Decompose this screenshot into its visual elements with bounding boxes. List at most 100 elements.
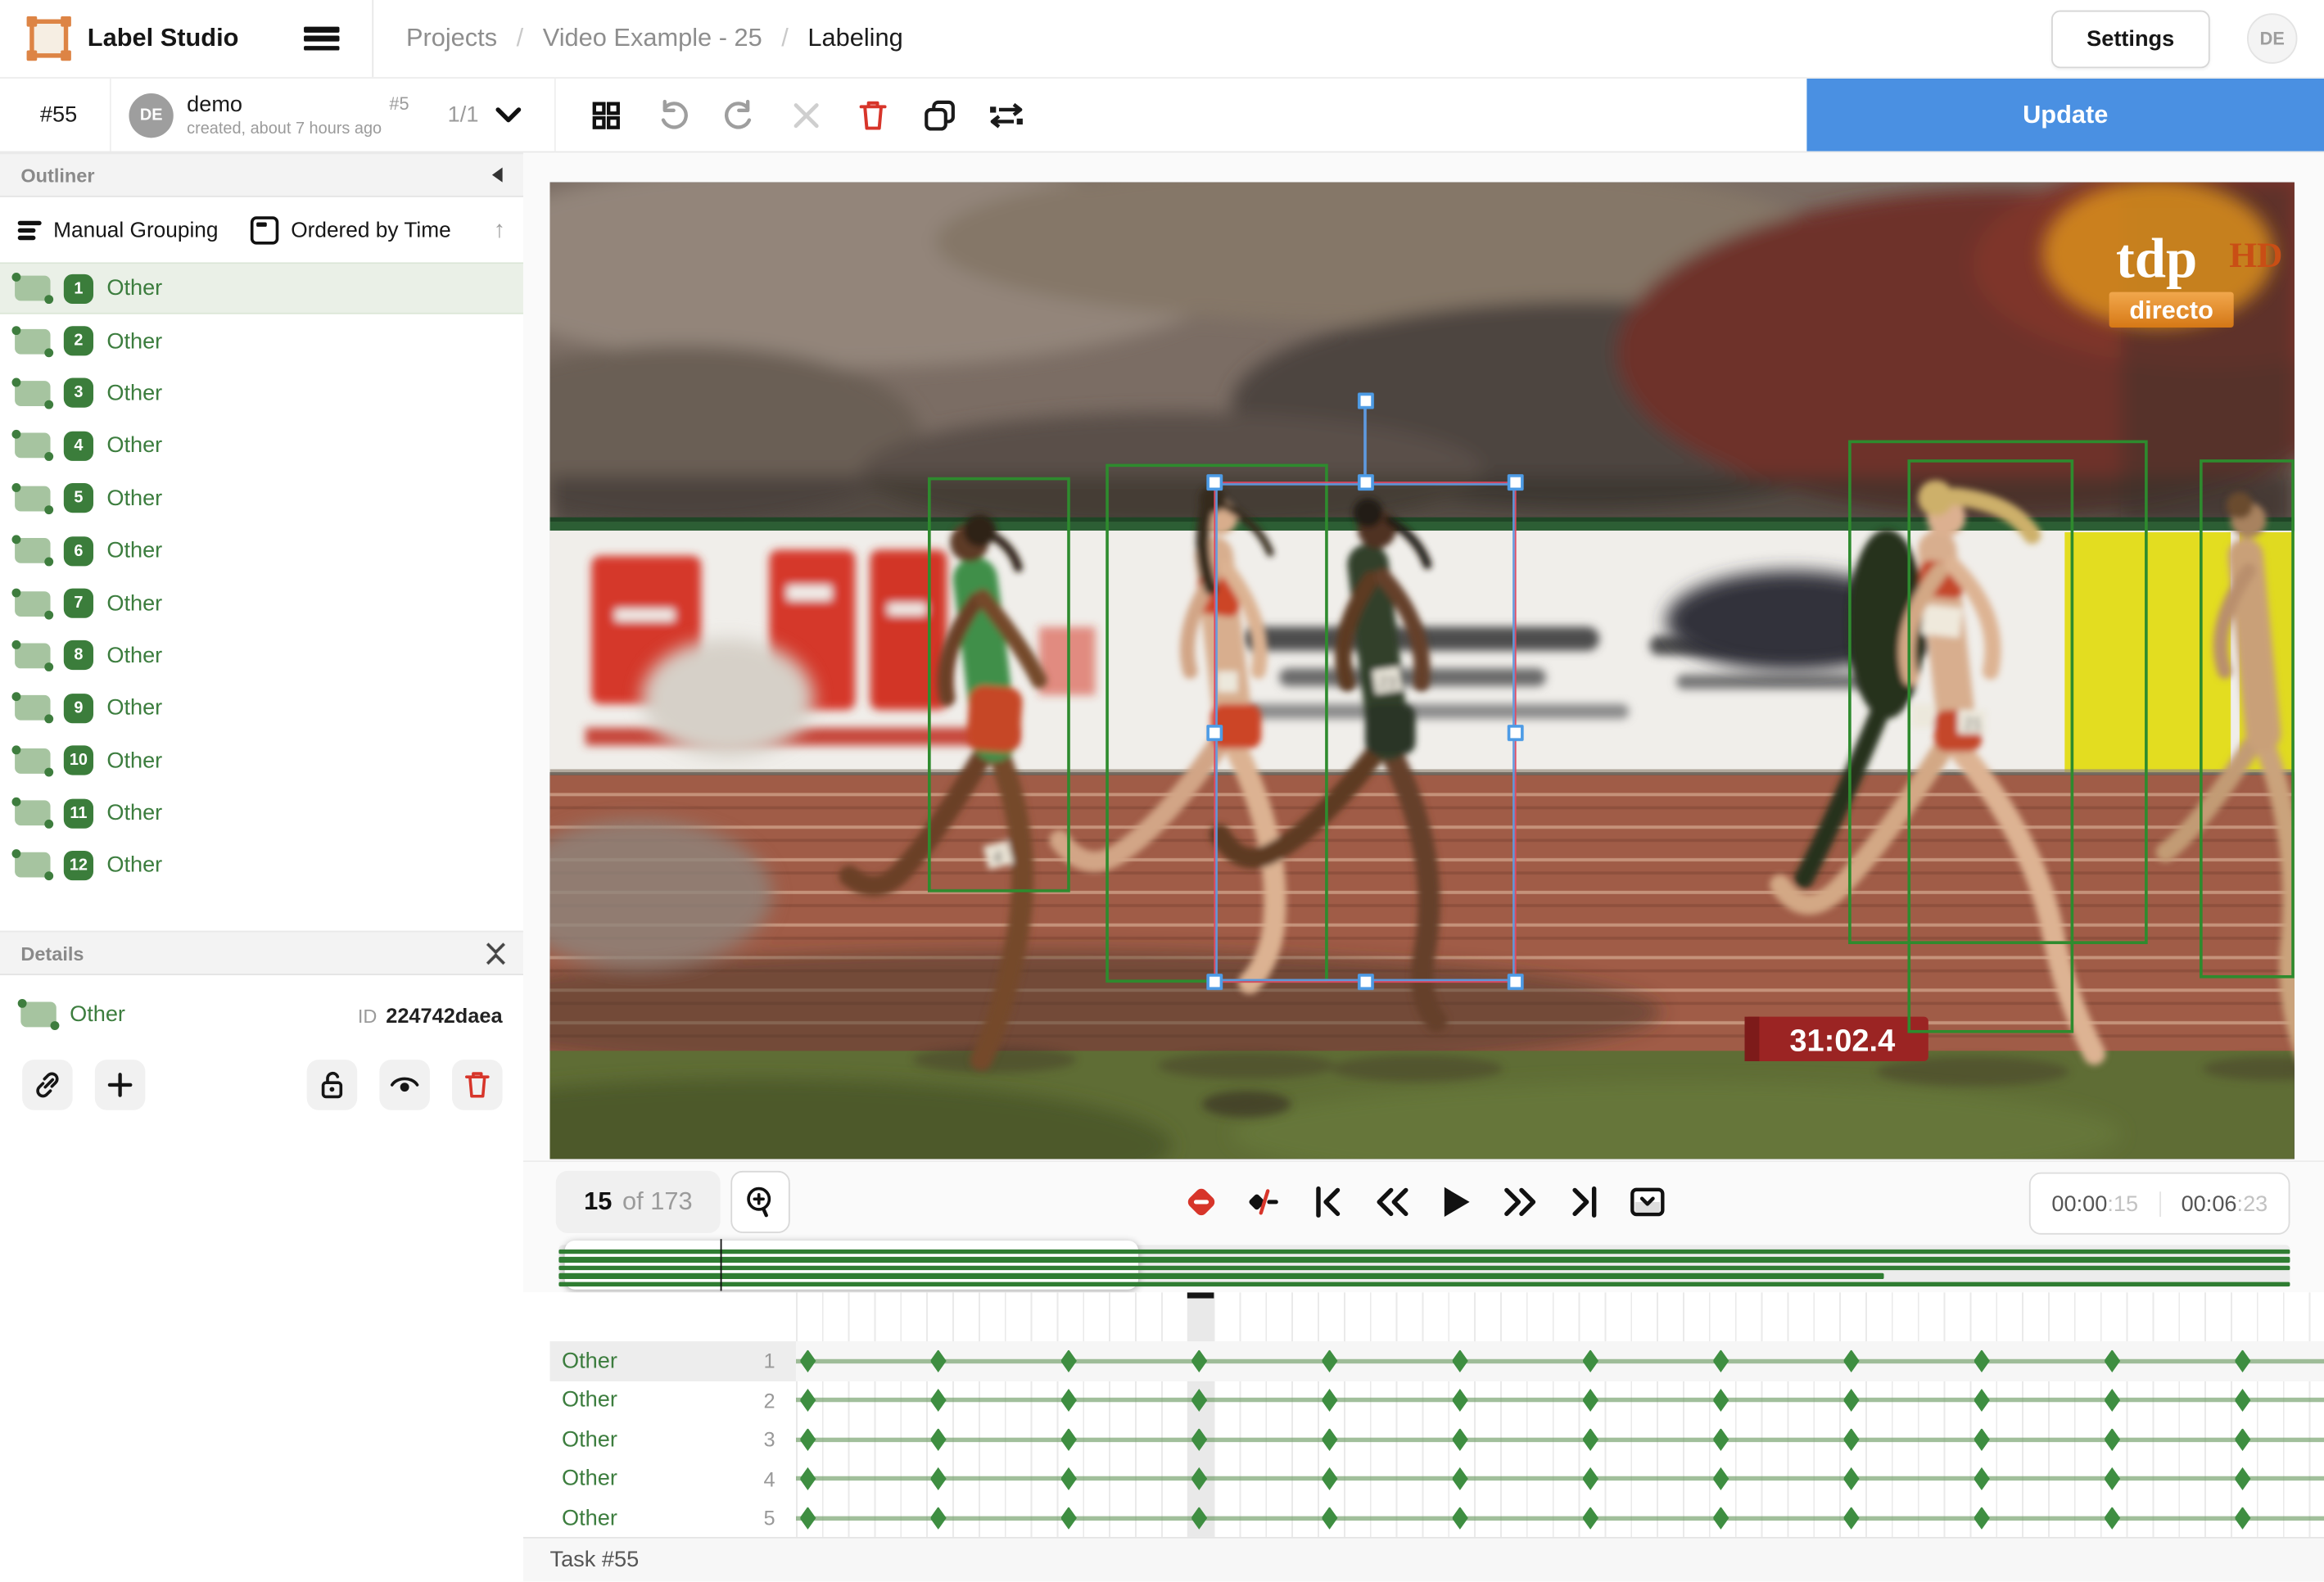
outliner-region-item[interactable]: 2 Other [0,314,523,367]
delete-annotation-button[interactable] [855,97,890,133]
keyframe-diamond[interactable] [1451,1427,1468,1451]
outliner-region-item[interactable]: 9 Other [0,682,523,734]
keyframe-diamond[interactable] [2234,1349,2251,1373]
hide-region-button[interactable] [379,1060,430,1110]
keyframe-diamond[interactable] [1974,1349,1990,1373]
keyframe-diamond[interactable] [1582,1388,1599,1412]
ordered-by-time-dropdown[interactable]: Ordered by Time [291,219,450,242]
keyframe-diamond[interactable] [1451,1388,1468,1412]
keyframe-diamond[interactable] [1974,1467,1990,1490]
keyframe-diamond[interactable] [1060,1388,1077,1412]
keyframe-diamond[interactable] [1582,1506,1599,1530]
outliner-region-item[interactable]: 1 Other [0,262,523,315]
timeline-row-label[interactable]: Other 1 [549,1341,796,1381]
keyframe-diamond[interactable] [2104,1506,2121,1530]
keyframe-diamond[interactable] [799,1467,816,1490]
timeline-row-label[interactable]: Other 4 [550,1459,796,1498]
keyframe-diamond[interactable] [1451,1349,1468,1373]
keyframe-diamond[interactable] [1974,1388,1990,1412]
timeline-row-label[interactable]: Other 2 [550,1381,796,1420]
keyframe-diamond[interactable] [1712,1349,1729,1373]
keyframe-diamond[interactable] [1060,1349,1077,1373]
collapse-panel-icon[interactable] [491,167,503,183]
frame-counter[interactable]: 15 of 173 [555,1170,721,1233]
keyframe-diamond[interactable] [1191,1349,1208,1373]
keyframe-diamond[interactable] [929,1388,947,1412]
keyframe-diamond[interactable] [1582,1427,1599,1451]
undo-button[interactable] [655,97,690,133]
outliner-region-item[interactable]: 8 Other [0,630,523,682]
region-bbox[interactable] [2200,459,2295,979]
keyframe-diamond[interactable] [1321,1388,1338,1412]
keyframe-diamond[interactable] [1712,1467,1729,1490]
keyframe-diamond[interactable] [2104,1427,2121,1451]
keyframe-diamond[interactable] [799,1388,816,1412]
outliner-region-item[interactable]: 10 Other [0,734,523,787]
keyframe-diamond[interactable] [1191,1467,1208,1490]
region-bbox[interactable] [928,477,1070,893]
outliner-region-item[interactable]: 12 Other [0,839,523,892]
timeline-row[interactable] [795,1381,2324,1420]
hamburger-menu-icon[interactable] [304,26,340,51]
resize-handle-bm[interactable] [1357,974,1374,991]
last-frame-button[interactable] [1564,1182,1603,1221]
keyframe-diamond[interactable] [1712,1388,1729,1412]
duplicate-button[interactable] [922,97,957,133]
resize-handle-mr[interactable] [1507,724,1524,741]
settings-button[interactable]: Settings [2050,9,2210,68]
rotation-handle[interactable] [1357,393,1374,410]
keyframe-diamond[interactable] [929,1506,947,1530]
resize-handle-tr[interactable] [1507,474,1524,491]
collapse-timeline-button[interactable] [1627,1182,1666,1221]
keyframe-diamond[interactable] [799,1506,816,1530]
grid-view-button[interactable] [588,97,623,133]
keyframe-diamond[interactable] [1451,1506,1468,1530]
lock-region-button[interactable] [306,1060,358,1110]
keyframe-diamond[interactable] [1321,1467,1338,1490]
keyframe-diamond[interactable] [2234,1388,2251,1412]
minimap-playhead[interactable] [719,1239,722,1291]
timeline-minimap[interactable] [558,1239,2290,1291]
keyframe-diamond[interactable] [929,1349,947,1373]
resize-handle-br[interactable] [1507,974,1524,991]
keyframe-diamond[interactable] [1191,1427,1208,1451]
user-avatar[interactable]: DE [2246,13,2298,64]
keyframe-diamond[interactable] [1321,1349,1338,1373]
outliner-region-item[interactable]: 3 Other [0,367,523,419]
keyframe-diamond[interactable] [1451,1467,1468,1490]
outliner-region-item[interactable]: 7 Other [0,577,523,630]
resize-handle-bl[interactable] [1207,974,1224,991]
toggle-interpolation-button[interactable] [1245,1182,1283,1221]
keyframe-diamond[interactable] [2104,1349,2121,1373]
keyframe-diamond[interactable] [1582,1467,1599,1490]
keyframe-diamond[interactable] [799,1427,816,1451]
keyframe-diamond[interactable] [1842,1506,1860,1530]
keyframe-diamond[interactable] [1582,1349,1599,1373]
keyframe-diamond[interactable] [929,1467,947,1490]
resize-handle-tl[interactable] [1207,474,1224,491]
keyframe-diamond[interactable] [2104,1388,2121,1412]
keyframe-diamond[interactable] [1974,1427,1990,1451]
current-frame-marker[interactable] [1187,1292,1214,1299]
keyframe-diamond[interactable] [2234,1467,2251,1490]
compare-views-button[interactable] [988,97,1024,133]
keyframe-diamond[interactable] [1712,1506,1729,1530]
breadcrumb-item[interactable]: Projects [406,24,497,53]
timeline-row[interactable] [795,1341,2324,1381]
timeline-row[interactable] [795,1459,2324,1498]
next-frame-button[interactable] [1500,1182,1539,1221]
keyframe-diamond[interactable] [1974,1506,1990,1530]
timeline-row[interactable] [795,1420,2324,1459]
resize-handle-ml[interactable] [1207,724,1224,741]
breadcrumb-item[interactable]: Video Example - 25 [543,24,762,53]
keyframe-diamond[interactable] [1321,1427,1338,1451]
keyframe-diamond[interactable] [1060,1467,1077,1490]
update-button[interactable]: Update [1806,78,2324,151]
timeline-row-label[interactable]: Other 5 [550,1498,796,1538]
keyframe-diamond[interactable] [1842,1349,1860,1373]
outliner-region-item[interactable]: 11 Other [0,787,523,839]
outliner-region-item[interactable]: 6 Other [0,525,523,577]
timeline-row[interactable] [795,1498,2324,1538]
keyframe-diamond[interactable] [1060,1427,1077,1451]
keyframe-diamond[interactable] [1321,1506,1338,1530]
